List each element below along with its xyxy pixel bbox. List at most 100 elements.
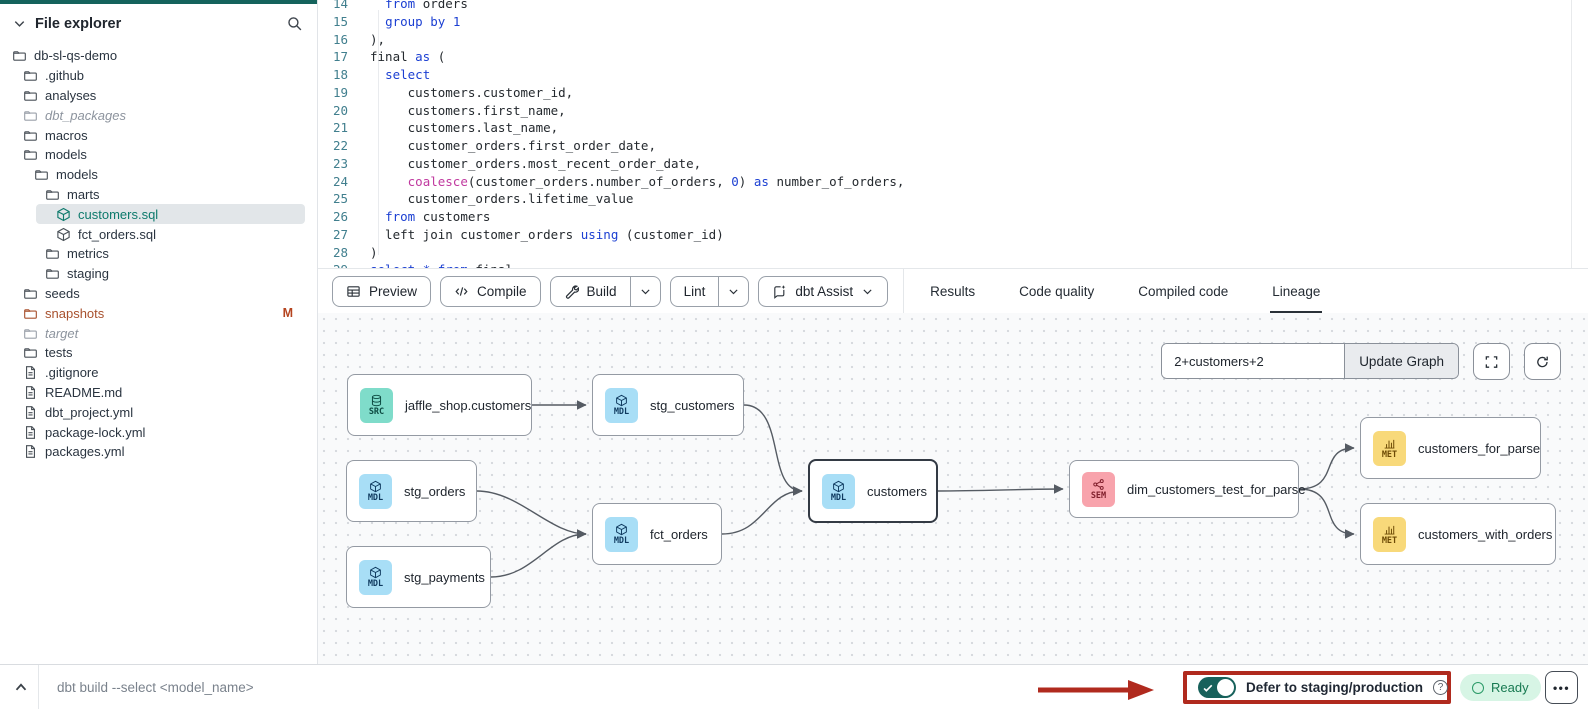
lineage-selector-input[interactable] [1162,344,1344,378]
tree-item-customers-sql[interactable]: customers.sql [0,204,317,224]
editor-scrollbar[interactable] [1571,0,1572,268]
tree-item--github[interactable]: .github [0,66,317,86]
toolbar-divider [903,269,904,313]
folder-icon [23,147,38,162]
tree-item-dbt-packages[interactable]: dbt_packages [0,105,317,125]
chevron-down-icon[interactable] [12,16,27,31]
tree-item-macros[interactable]: macros [0,125,317,145]
tree-item-dbt-project-yml[interactable]: dbt_project.yml [0,402,317,422]
tree-item-label: customers.sql [78,207,158,222]
preview-button[interactable]: Preview [332,276,431,307]
chevron-down-icon [639,285,652,298]
code-line: 15 group by 1 [318,13,1572,31]
tree-item-label: target [45,326,78,341]
tree-item-seeds[interactable]: seeds [0,284,317,304]
tree-item-label: marts [67,187,100,202]
statusbar-divider [38,665,39,709]
lint-button[interactable]: Lint [671,277,719,306]
main-row: File explorer db-sl-qs-demo.githubanalys… [0,0,1588,664]
lineage-node-jaffle[interactable]: SRCjaffle_shop.customers [347,374,532,436]
tree-item-marts[interactable]: marts [0,185,317,205]
build-dropdown-button[interactable] [630,277,660,306]
line-number: 29 [318,261,348,269]
help-icon[interactable]: ? [1433,680,1448,695]
tab-results-label: Results [930,284,975,299]
tree-item-readme-md[interactable]: README.md [0,383,317,403]
dbt-assist-button[interactable]: dbt Assist [758,276,888,307]
node-label: customers [867,484,927,499]
lint-dropdown-button[interactable] [718,277,748,306]
node-label: fct_orders [650,527,708,542]
lineage-node-cwo[interactable]: MET customers_with_orders [1360,503,1556,565]
tree-item-models[interactable]: models [0,165,317,185]
tab-compiled-code[interactable]: Compiled code [1138,269,1228,313]
tree-item-fct-orders-sql[interactable]: fct_orders.sql [0,224,317,244]
file-tree: db-sl-qs-demo .github analysesdbt_packages… [0,46,317,462]
file-icon [23,405,38,420]
tree-item-package-lock-yml[interactable]: package-lock.yml [0,422,317,442]
lineage-node-customers[interactable]: MDLcustomers [808,459,938,523]
tree-item-db-sl-qs-demo[interactable]: db-sl-qs-demo [0,46,317,66]
line-number: 15 [318,13,348,31]
model-icon [56,207,71,222]
update-graph-button[interactable]: Update Graph [1344,344,1458,378]
line-text: from customers [370,208,490,226]
search-icon[interactable] [286,15,303,32]
node-label: stg_customers [650,398,735,413]
lineage-node-dim[interactable]: SEMdim_customers_test_for_parse [1069,460,1299,518]
code-editor[interactable]: 14 from orders15 group by 116),17final a… [318,0,1588,269]
line-number: 17 [318,48,348,66]
tree-item-tests[interactable]: tests [0,343,317,363]
graph-controls: Update Graph [1161,343,1561,380]
mdl-badge: MDL [359,560,392,595]
tree-item-metrics[interactable]: metrics [0,244,317,264]
mdl-badge: MDL [605,517,638,552]
chevron-up-icon[interactable] [12,678,30,696]
code-icon [454,284,469,299]
folder-icon [23,68,38,83]
tab-results[interactable]: Results [930,269,975,313]
fullscreen-button[interactable] [1473,343,1510,380]
met-badge: MET [1373,517,1406,552]
compile-button[interactable]: Compile [440,276,541,307]
dbt-command-input[interactable] [57,680,657,695]
line-text: ), [370,31,385,49]
src-badge: SRC [360,388,393,423]
status-bar: Defer to staging/production ? Ready ••• [0,664,1588,709]
tree-item-label: metrics [67,246,109,261]
tree-item-label: staging [67,266,109,281]
dbt-assist-label: dbt Assist [795,284,853,299]
tree-item-label: models [45,147,87,162]
compile-label: Compile [477,284,527,299]
tree-item-snapshots[interactable]: snapshotsM [0,303,317,323]
tree-item-staging[interactable]: staging [0,264,317,284]
tree-item-target[interactable]: target [0,323,317,343]
tab-lineage[interactable]: Lineage [1272,269,1320,313]
refresh-button[interactable] [1524,343,1561,380]
tree-item-packages-yml[interactable]: packages.yml [0,442,317,462]
lineage-node-fct_orders[interactable]: MDL fct_orders [592,503,722,565]
lineage-node-stg_customers[interactable]: MDLstg_customers [592,374,744,436]
status-dot-icon [1472,682,1484,694]
tab-compiled-code-label: Compiled code [1138,284,1228,299]
lineage-node-stg_payments[interactable]: MDLstg_payments [346,546,491,608]
defer-label: Defer to staging/production [1246,680,1423,695]
more-options-button[interactable]: ••• [1545,671,1578,704]
tree-item-label: .github [45,68,84,83]
chevron-down-icon [861,285,874,298]
code-line: 14 from orders [318,0,1572,13]
tree-item-analyses[interactable]: analyses [0,86,317,106]
line-text: from orders [370,0,468,13]
tree-item-label: README.md [45,385,122,400]
build-button[interactable]: Build [551,277,630,306]
node-label: customers_with_orders [1418,527,1552,542]
tree-item--gitignore[interactable]: .gitignore [0,363,317,383]
line-number: 18 [318,66,348,84]
annotation-arrow [1036,678,1156,702]
lineage-node-cfp[interactable]: METcustomers_for_parse [1360,417,1541,479]
lineage-panel[interactable]: SRCjaffle_shop.customersMDLstg_customers… [318,313,1588,664]
defer-toggle[interactable] [1198,677,1236,698]
lineage-node-stg_orders[interactable]: MDLstg_orders [346,460,477,522]
tab-code-quality[interactable]: Code quality [1019,269,1094,313]
tree-item-models[interactable]: models [0,145,317,165]
